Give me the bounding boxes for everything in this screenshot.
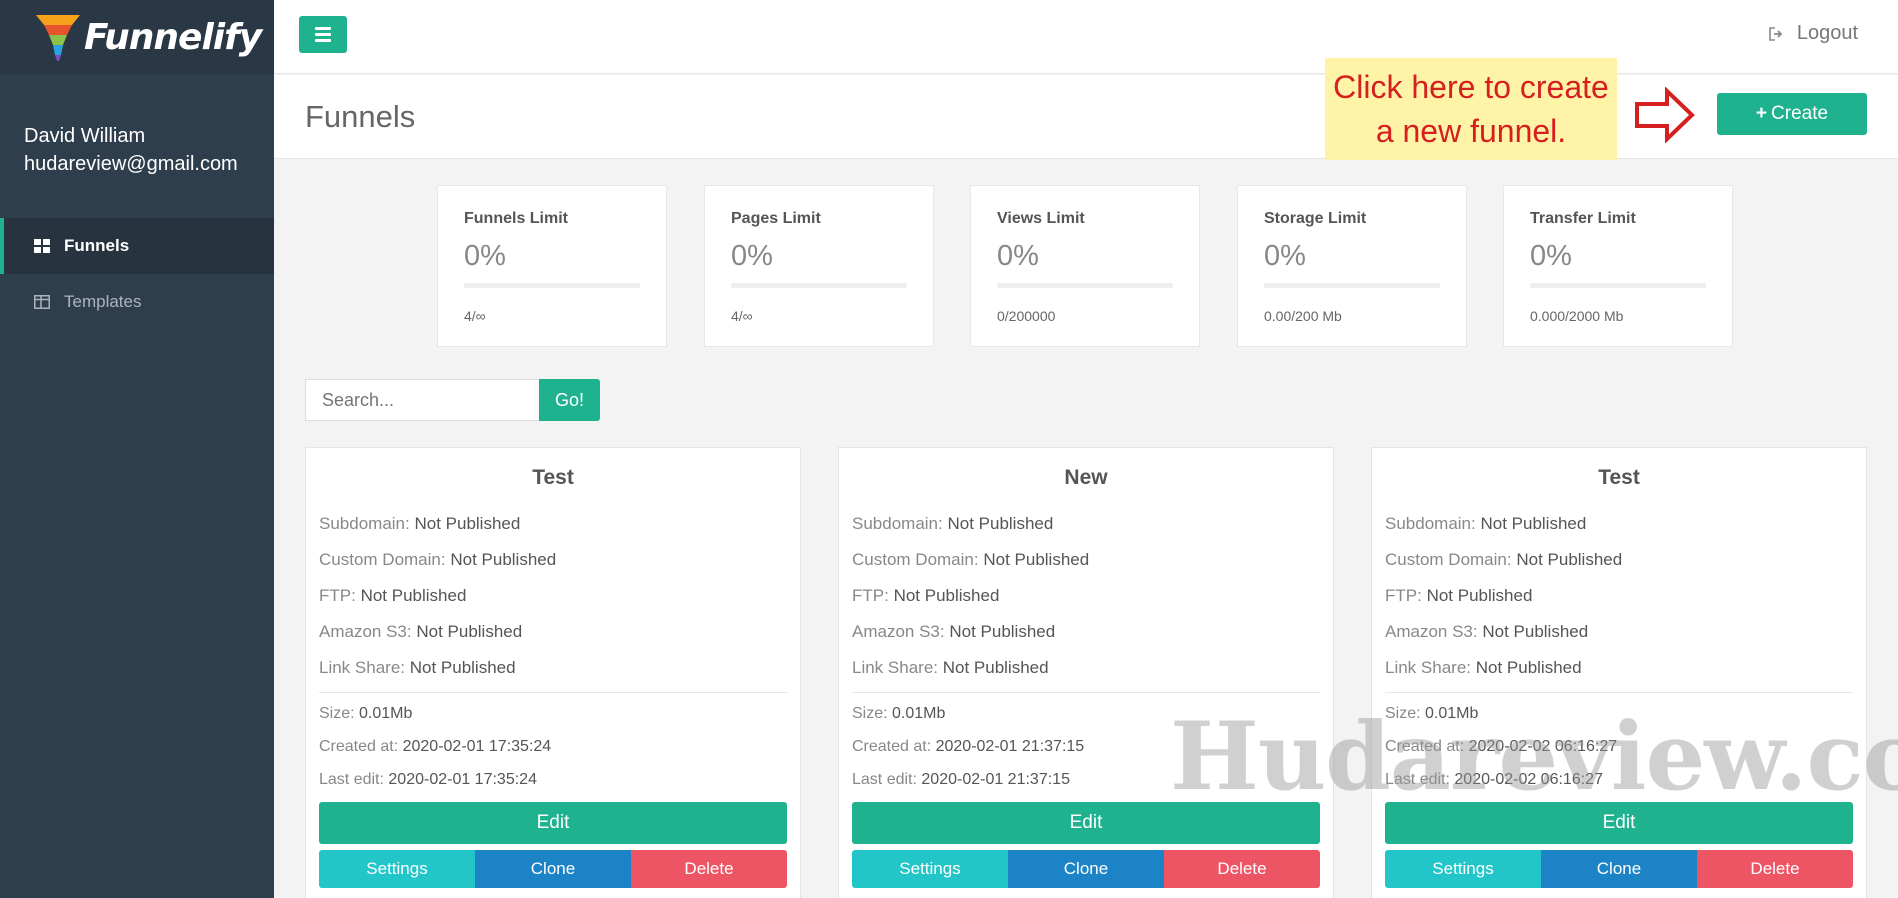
stat-usage: 0.000/2000 Mb — [1530, 308, 1624, 324]
divider — [319, 692, 787, 693]
link-share-row: Link Share: Not Published — [319, 658, 516, 677]
funnel-card: Test Subdomain: Not Published Custom Dom… — [1371, 447, 1867, 898]
funnel-title: Test — [532, 466, 574, 489]
custom-domain-row: Custom Domain: Not Published — [852, 550, 1090, 569]
user-name: David William — [24, 125, 146, 147]
sidebar-item-label: Funnels — [64, 236, 130, 255]
right-arrow-icon — [1635, 87, 1695, 143]
delete-button[interactable]: Delete — [1697, 850, 1853, 888]
watermark: Hudareview.com — [1170, 702, 1898, 812]
search-input[interactable] — [305, 379, 540, 421]
logout-link[interactable]: Logout — [1769, 22, 1858, 45]
settings-button[interactable]: Settings — [1385, 850, 1541, 888]
stat-storage-limit: Storage Limit 0% 0.00/200 Mb — [1237, 185, 1467, 347]
page-header: Funnels Click here to create a new funne… — [274, 58, 1898, 160]
logout-label: Logout — [1796, 22, 1858, 44]
delete-button[interactable]: Delete — [631, 850, 787, 888]
funnel-title: New — [1064, 466, 1108, 489]
callout-line-1: Click here to create — [1333, 69, 1609, 105]
stat-progress-bar — [731, 283, 907, 288]
user-info: David William hudareview@gmail.com — [0, 74, 274, 208]
divider — [1385, 692, 1853, 693]
last-edit-row: Last edit: 2020-02-01 17:35:24 — [319, 771, 537, 788]
subdomain-row: Subdomain: Not Published — [852, 514, 1054, 533]
stat-label: Pages Limit — [731, 210, 821, 227]
plus-icon: + — [1755, 103, 1768, 124]
stat-percent: 0% — [1530, 240, 1572, 272]
clone-button[interactable]: Clone — [1008, 850, 1164, 888]
stat-label: Storage Limit — [1264, 210, 1367, 227]
ftp-row: FTP: Not Published — [1385, 586, 1533, 605]
create-funnel-button[interactable]: + Create — [1717, 93, 1867, 135]
stat-percent: 0% — [731, 240, 773, 272]
hamburger-icon — [315, 27, 331, 30]
ftp-row: FTP: Not Published — [852, 586, 1000, 605]
stat-percent: 0% — [464, 240, 506, 272]
funnel-card: New Subdomain: Not Published Custom Doma… — [838, 447, 1334, 898]
custom-domain-row: Custom Domain: Not Published — [319, 550, 557, 569]
divider — [852, 692, 1320, 693]
sidebar-item-templates[interactable]: Templates — [0, 274, 274, 330]
stat-usage: 0.00/200 Mb — [1264, 308, 1342, 324]
settings-button[interactable]: Settings — [852, 850, 1008, 888]
stat-usage: 4/∞ — [731, 308, 753, 324]
stat-funnels-limit: Funnels Limit 0% 4/∞ — [437, 185, 667, 347]
edit-button[interactable]: Edit — [319, 802, 787, 844]
stat-transfer-limit: Transfer Limit 0% 0.000/2000 Mb — [1503, 185, 1733, 347]
search-go-button[interactable]: Go! — [539, 379, 600, 421]
funnel-card: Test Subdomain: Not Published Custom Dom… — [305, 447, 801, 898]
top-bar: Logout — [274, 0, 1898, 74]
stat-label: Views Limit — [997, 210, 1085, 227]
columns-icon — [34, 295, 50, 309]
created-row: Created at: 2020-02-01 17:35:24 — [319, 738, 552, 755]
grid-icon — [34, 239, 50, 253]
sidebar-item-funnels[interactable]: Funnels — [0, 218, 274, 274]
clone-button[interactable]: Clone — [1541, 850, 1697, 888]
subdomain-row: Subdomain: Not Published — [319, 514, 521, 533]
menu-toggle-button[interactable] — [299, 16, 347, 53]
delete-button[interactable]: Delete — [1164, 850, 1320, 888]
stat-percent: 0% — [1264, 240, 1306, 272]
page-title: Funnels — [305, 99, 416, 134]
callout-note: Click here to create a new funnel. — [1325, 58, 1617, 160]
stat-progress-bar — [1264, 283, 1440, 288]
stat-pages-limit: Pages Limit 0% 4/∞ — [704, 185, 934, 347]
settings-button[interactable]: Settings — [319, 850, 475, 888]
stat-progress-bar — [997, 283, 1173, 288]
stat-views-limit: Views Limit 0% 0/200000 — [970, 185, 1200, 347]
size-row: Size: 0.01Mb — [319, 705, 413, 722]
stat-progress-bar — [464, 283, 640, 288]
amazon-s3-row: Amazon S3: Not Published — [852, 622, 1056, 641]
user-email: hudareview@gmail.com — [24, 153, 238, 175]
link-share-row: Link Share: Not Published — [852, 658, 1049, 677]
stat-progress-bar — [1530, 283, 1706, 288]
subdomain-row: Subdomain: Not Published — [1385, 514, 1587, 533]
ftp-row: FTP: Not Published — [319, 586, 467, 605]
brand-name: Funnelify — [84, 16, 262, 58]
amazon-s3-row: Amazon S3: Not Published — [1385, 622, 1589, 641]
funnel-title: Test — [1598, 466, 1640, 489]
stat-percent: 0% — [997, 240, 1039, 272]
sidebar-nav: Funnels Templates — [0, 218, 274, 330]
funnel-logo-icon — [36, 15, 80, 61]
create-label: Create — [1771, 103, 1829, 124]
custom-domain-row: Custom Domain: Not Published — [1385, 550, 1623, 569]
stat-usage: 4/∞ — [464, 308, 486, 324]
sidebar-item-label: Templates — [64, 292, 142, 311]
sign-out-icon — [1769, 26, 1783, 41]
callout-line-2: a new funnel. — [1375, 113, 1567, 149]
stat-usage: 0/200000 — [997, 308, 1056, 324]
link-share-row: Link Share: Not Published — [1385, 658, 1582, 677]
stat-label: Funnels Limit — [464, 210, 568, 227]
stat-label: Transfer Limit — [1530, 210, 1636, 227]
logo[interactable]: Funnelify — [0, 0, 274, 74]
sidebar: Funnelify David William hudareview@gmail… — [0, 0, 274, 898]
clone-button[interactable]: Clone — [475, 850, 631, 888]
amazon-s3-row: Amazon S3: Not Published — [319, 622, 523, 641]
